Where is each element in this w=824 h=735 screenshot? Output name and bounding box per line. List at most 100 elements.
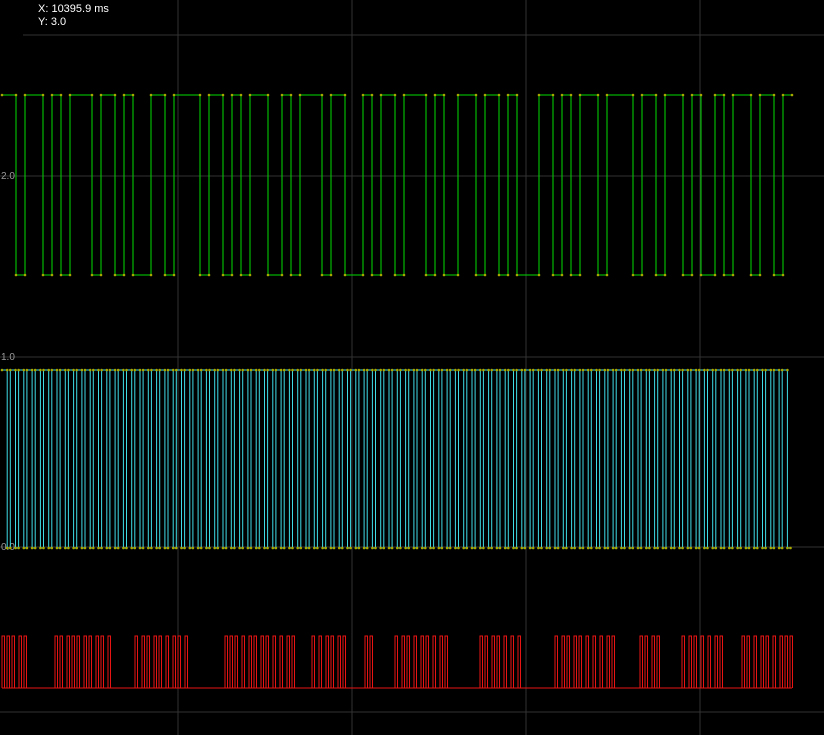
waveform-channel-3-red-pulse: [394, 635, 398, 688]
sample-marker: [279, 546, 283, 550]
sample-marker: [596, 273, 600, 277]
waveform-channel-3-red-pulse: [406, 635, 410, 688]
waveform-channel-3-red-pulse: [1, 635, 5, 688]
sample-marker: [254, 368, 258, 372]
sample-marker: [639, 368, 643, 372]
sample-marker: [116, 546, 120, 550]
waveform-channel-3-red-pulse: [88, 635, 92, 688]
sample-marker: [772, 546, 776, 550]
sample-marker: [656, 368, 659, 372]
waveform-channel-3-red-pulse: [184, 635, 188, 688]
sample-marker: [313, 546, 316, 550]
waveform-canvas[interactable]: 2.01.00.0: [0, 0, 824, 735]
waveform-graph[interactable]: 2.01.00.0 X: 10395.9 ms Y: 3.0: [0, 0, 824, 735]
sample-marker: [764, 546, 767, 550]
sample-marker: [191, 546, 195, 550]
sample-marker: [560, 93, 564, 97]
sample-marker: [697, 546, 701, 550]
sample-marker: [105, 368, 109, 372]
sample-marker: [0, 368, 4, 372]
sample-marker: [474, 273, 478, 277]
sample-marker: [528, 368, 532, 372]
sample-marker: [465, 368, 469, 372]
sample-marker: [258, 546, 261, 550]
sample-marker: [282, 546, 286, 550]
sample-marker: [628, 368, 631, 372]
sample-marker: [531, 546, 535, 550]
sample-marker: [611, 546, 615, 550]
sample-marker: [713, 273, 717, 277]
sample-marker: [224, 368, 228, 372]
sample-marker: [88, 546, 92, 550]
sample-marker: [462, 546, 466, 550]
sample-marker: [183, 546, 186, 550]
sample-marker: [474, 93, 478, 97]
sample-marker: [288, 368, 291, 372]
sample-marker: [14, 273, 18, 277]
sample-marker: [150, 546, 153, 550]
sample-marker: [158, 368, 161, 372]
waveform-channel-3-red-pulse: [789, 635, 793, 688]
cursor-marker-box: [0, 29, 23, 43]
sample-marker: [108, 368, 112, 372]
sample-marker: [654, 273, 658, 277]
waveform-channel-3-red-pulse: [146, 635, 150, 688]
sample-marker: [72, 546, 75, 550]
sample-marker: [562, 368, 565, 372]
waveform-channel-3-red-pulse: [479, 635, 483, 688]
sample-marker: [664, 546, 668, 550]
sample-marker: [198, 273, 202, 277]
sample-marker: [424, 273, 428, 277]
sample-marker: [551, 273, 555, 277]
waveform-channel-3-red-pulse: [517, 635, 521, 688]
sample-marker: [207, 93, 211, 97]
waveform-channel-3-red-pulse: [54, 635, 58, 688]
sample-marker: [669, 546, 673, 550]
sample-marker: [744, 368, 748, 372]
sample-marker: [722, 368, 726, 372]
waveform-channel-3-red-pulse: [83, 635, 87, 688]
sample-marker: [595, 368, 598, 372]
sample-marker: [758, 273, 762, 277]
sample-marker: [14, 368, 17, 372]
sample-marker: [407, 546, 411, 550]
sample-marker: [158, 546, 161, 550]
sample-marker: [41, 93, 45, 97]
sample-marker: [291, 368, 294, 372]
sample-marker: [503, 368, 507, 372]
sample-marker: [697, 368, 701, 372]
sample-marker: [299, 368, 303, 372]
sample-marker: [495, 368, 499, 372]
waveform-channel-3-red-pulse: [425, 635, 429, 688]
sample-marker: [39, 368, 42, 372]
sample-marker: [487, 368, 490, 372]
sample-marker: [636, 546, 640, 550]
waveform-channel-3-red-pulse: [693, 635, 697, 688]
sample-marker: [296, 546, 300, 550]
sample-marker: [620, 546, 623, 550]
sample-marker: [100, 546, 103, 550]
waveform-channel-2-cyan: [2, 369, 791, 549]
sample-marker: [457, 368, 460, 372]
sample-marker: [761, 546, 764, 550]
sample-marker: [274, 546, 278, 550]
sample-marker: [221, 273, 225, 277]
sample-marker: [548, 546, 552, 550]
sample-marker: [171, 546, 175, 550]
sample-marker: [337, 368, 341, 372]
waveform-channel-3-red-pulse: [573, 635, 577, 688]
sample-marker: [520, 368, 524, 372]
sample-marker: [208, 368, 211, 372]
sample-marker: [631, 546, 635, 550]
sample-marker: [749, 273, 753, 277]
sample-marker: [578, 546, 582, 550]
sample-marker: [457, 546, 460, 550]
sample-marker: [249, 546, 253, 550]
sample-marker: [30, 368, 34, 372]
sample-marker: [631, 368, 635, 372]
sample-marker: [329, 93, 333, 97]
sample-marker: [393, 273, 397, 277]
sample-marker: [149, 93, 153, 97]
sample-marker: [681, 273, 685, 277]
sample-marker: [116, 368, 120, 372]
